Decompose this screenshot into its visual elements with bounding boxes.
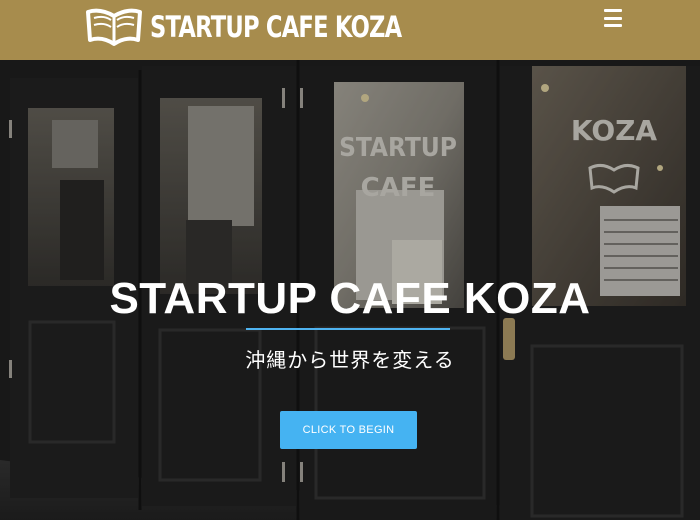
brand-name: STARTUP CAFE KOZA <box>150 10 402 44</box>
hero-section: STARTUP CAFE KOZA STARTUP CAFE KOZA 沖縄から… <box>0 60 700 520</box>
hamburger-menu-icon[interactable] <box>598 6 628 30</box>
brand-logo[interactable]: STARTUP CAFE KOZA <box>84 4 472 50</box>
menu-bar <box>604 24 622 27</box>
top-navbar: STARTUP CAFE KOZA <box>0 0 700 60</box>
click-to-begin-button[interactable]: CLICK TO BEGIN <box>280 411 417 449</box>
open-book-icon <box>86 8 142 46</box>
hero-subtitle: 沖縄から世界を変える <box>245 348 455 372</box>
hero-title: STARTUP CAFE KOZA <box>109 274 591 323</box>
hero-divider <box>246 328 450 330</box>
menu-bar <box>604 16 622 20</box>
menu-bar <box>604 9 622 12</box>
